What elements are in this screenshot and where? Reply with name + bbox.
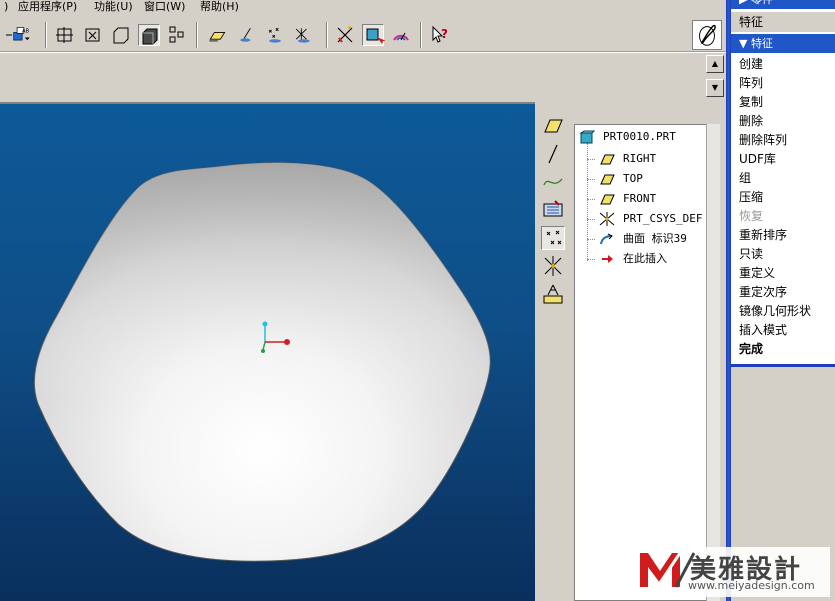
svg-text:?: ?: [441, 27, 448, 41]
zoom-box-icon[interactable]: [110, 24, 132, 46]
menu-header-label: 零件: [751, 0, 773, 6]
menu-item[interactable]: 阵列: [739, 74, 763, 93]
menu-header-feature[interactable]: ▼ 特征: [731, 34, 835, 53]
menu-header-label: 特征: [750, 37, 773, 50]
sketch-tool-icon[interactable]: [541, 198, 565, 222]
datum-plane-icon: [599, 172, 615, 186]
view-refit-icon[interactable]: [82, 24, 104, 46]
datum-plane-icon: [599, 192, 615, 206]
shading-icon[interactable]: [138, 24, 160, 46]
menu-item[interactable]: 复制: [739, 93, 763, 112]
menu-item[interactable]: 组: [739, 169, 751, 188]
menu-item-feature-parent[interactable]: 特征: [731, 12, 835, 32]
datum-point-display-icon[interactable]: [264, 24, 290, 46]
menu-applications[interactable]: 应用程序(P): [18, 0, 77, 14]
surface-icon: [599, 232, 615, 246]
datum-plane-display-icon[interactable]: [206, 24, 232, 46]
regen-icon[interactable]: [692, 20, 722, 50]
tree-item-label: TOP: [623, 172, 643, 185]
datum-plane-icon: [599, 152, 615, 166]
tree-connector: [587, 239, 595, 240]
analysis-icon[interactable]: [390, 24, 412, 46]
tree-connector: [587, 179, 595, 180]
surface-shading: [34, 162, 491, 562]
graphics-viewport[interactable]: [0, 102, 535, 601]
tree-item-label: 曲面 标识39: [623, 232, 687, 245]
analysis-feature-tool-icon[interactable]: [541, 282, 565, 306]
datum-toolbar: [537, 102, 569, 312]
csys-icon: [599, 212, 615, 226]
toolbar-edge: [0, 24, 12, 46]
tree-item-label: PRT_CSYS_DEF: [623, 212, 703, 225]
menu-partial-paren: ): [4, 0, 9, 13]
toolbar-separator: [196, 22, 198, 48]
spin-center-icon[interactable]: [334, 24, 356, 46]
view-orient-icon[interactable]: [54, 24, 76, 46]
menu-item: 恢复: [739, 209, 764, 223]
tree-connector: [587, 219, 595, 220]
toolbar: AB ?: [0, 16, 728, 52]
context-help-icon[interactable]: ?: [430, 24, 452, 46]
tree-connector: [587, 143, 588, 261]
scroll-up-button[interactable]: ▲: [706, 55, 724, 73]
menu-item[interactable]: 重新排序: [739, 226, 787, 245]
menu-item[interactable]: 插入模式: [739, 321, 787, 340]
menu-item[interactable]: 完成: [739, 340, 763, 359]
tree-connector: [587, 159, 595, 160]
collapse-arrow-icon: ▼: [739, 37, 751, 50]
menubar: ) 应用程序(P) 功能(U) 窗口(W) 帮助(H): [0, 0, 728, 16]
toolbar-separator: [326, 22, 328, 48]
menu-help[interactable]: 帮助(H): [200, 0, 239, 14]
menu-item[interactable]: 只读: [739, 245, 763, 264]
menu-item[interactable]: 删除阵列: [739, 131, 787, 150]
expand-arrow-icon: ▶: [739, 0, 751, 6]
datum-axis-display-icon[interactable]: [236, 24, 262, 46]
toolbar-separator: [420, 22, 422, 48]
watermark-url: www.meiyadesign.com: [688, 579, 815, 592]
menu-header-part[interactable]: ▶ 零件: [731, 0, 835, 9]
menu-item[interactable]: 删除: [739, 112, 763, 131]
tree-item-label: FRONT: [623, 192, 657, 205]
watermark: 美雅設計 www.meiyadesign.com: [636, 547, 830, 597]
menu-window[interactable]: 窗口(W): [144, 0, 185, 14]
menu-item[interactable]: 重定次序: [739, 283, 787, 302]
toolbar-separator: [45, 22, 47, 48]
message-scrollbar[interactable]: ▲ ▼: [706, 55, 724, 97]
tree-item-label: PRT0010.PRT: [603, 130, 676, 143]
menu-item-label: 特征: [739, 15, 764, 29]
model-render: [33, 162, 491, 562]
menu-item[interactable]: 重定义: [739, 264, 775, 283]
model-tree-scrollbar[interactable]: [706, 124, 720, 601]
csys-tool-icon[interactable]: [541, 254, 565, 278]
tree-item-label: RIGHT: [623, 152, 657, 165]
datum-axis-tool-icon[interactable]: [541, 142, 565, 166]
menu-item[interactable]: 压缩: [739, 188, 763, 207]
message-area: ▲ ▼: [0, 52, 728, 100]
orient-mode-icon[interactable]: [362, 24, 385, 46]
datum-curve-tool-icon[interactable]: [541, 170, 565, 194]
datum-point-tool-icon[interactable]: [541, 226, 565, 250]
part-icon: [579, 130, 596, 144]
menu-item[interactable]: 镜像几何形状: [739, 302, 811, 321]
datum-plane-tool-icon[interactable]: [541, 114, 565, 138]
menu-item[interactable]: UDF库: [739, 150, 776, 169]
menu-manager: ▶ 零件 特征 ▼ 特征 创建阵列复制删除删除阵列UDF库组压缩恢复重新排序只读…: [726, 0, 835, 601]
scroll-down-button[interactable]: ▼: [706, 79, 724, 97]
insert-here-arrow-icon: [599, 252, 615, 266]
tree-item-label: 在此插入: [623, 252, 667, 265]
hidden-line-icon[interactable]: [166, 24, 188, 46]
coordinate-system-display-icon[interactable]: [292, 24, 318, 46]
menu-utilities[interactable]: 功能(U): [94, 0, 133, 14]
save-dropdown-icon[interactable]: AB: [12, 24, 38, 46]
tree-connector: [587, 259, 595, 260]
menu-manager-panel: ▶ 零件 特征 ▼ 特征 创建阵列复制删除删除阵列UDF库组压缩恢复重新排序只读…: [731, 0, 835, 367]
model-tree[interactable]: PRT0010.PRT RIGHT TOP FRONT PRT_CSYS_DEF…: [574, 124, 720, 601]
menu-item[interactable]: 创建: [739, 55, 763, 74]
tree-connector: [587, 199, 595, 200]
svg-text:AB: AB: [22, 28, 29, 34]
